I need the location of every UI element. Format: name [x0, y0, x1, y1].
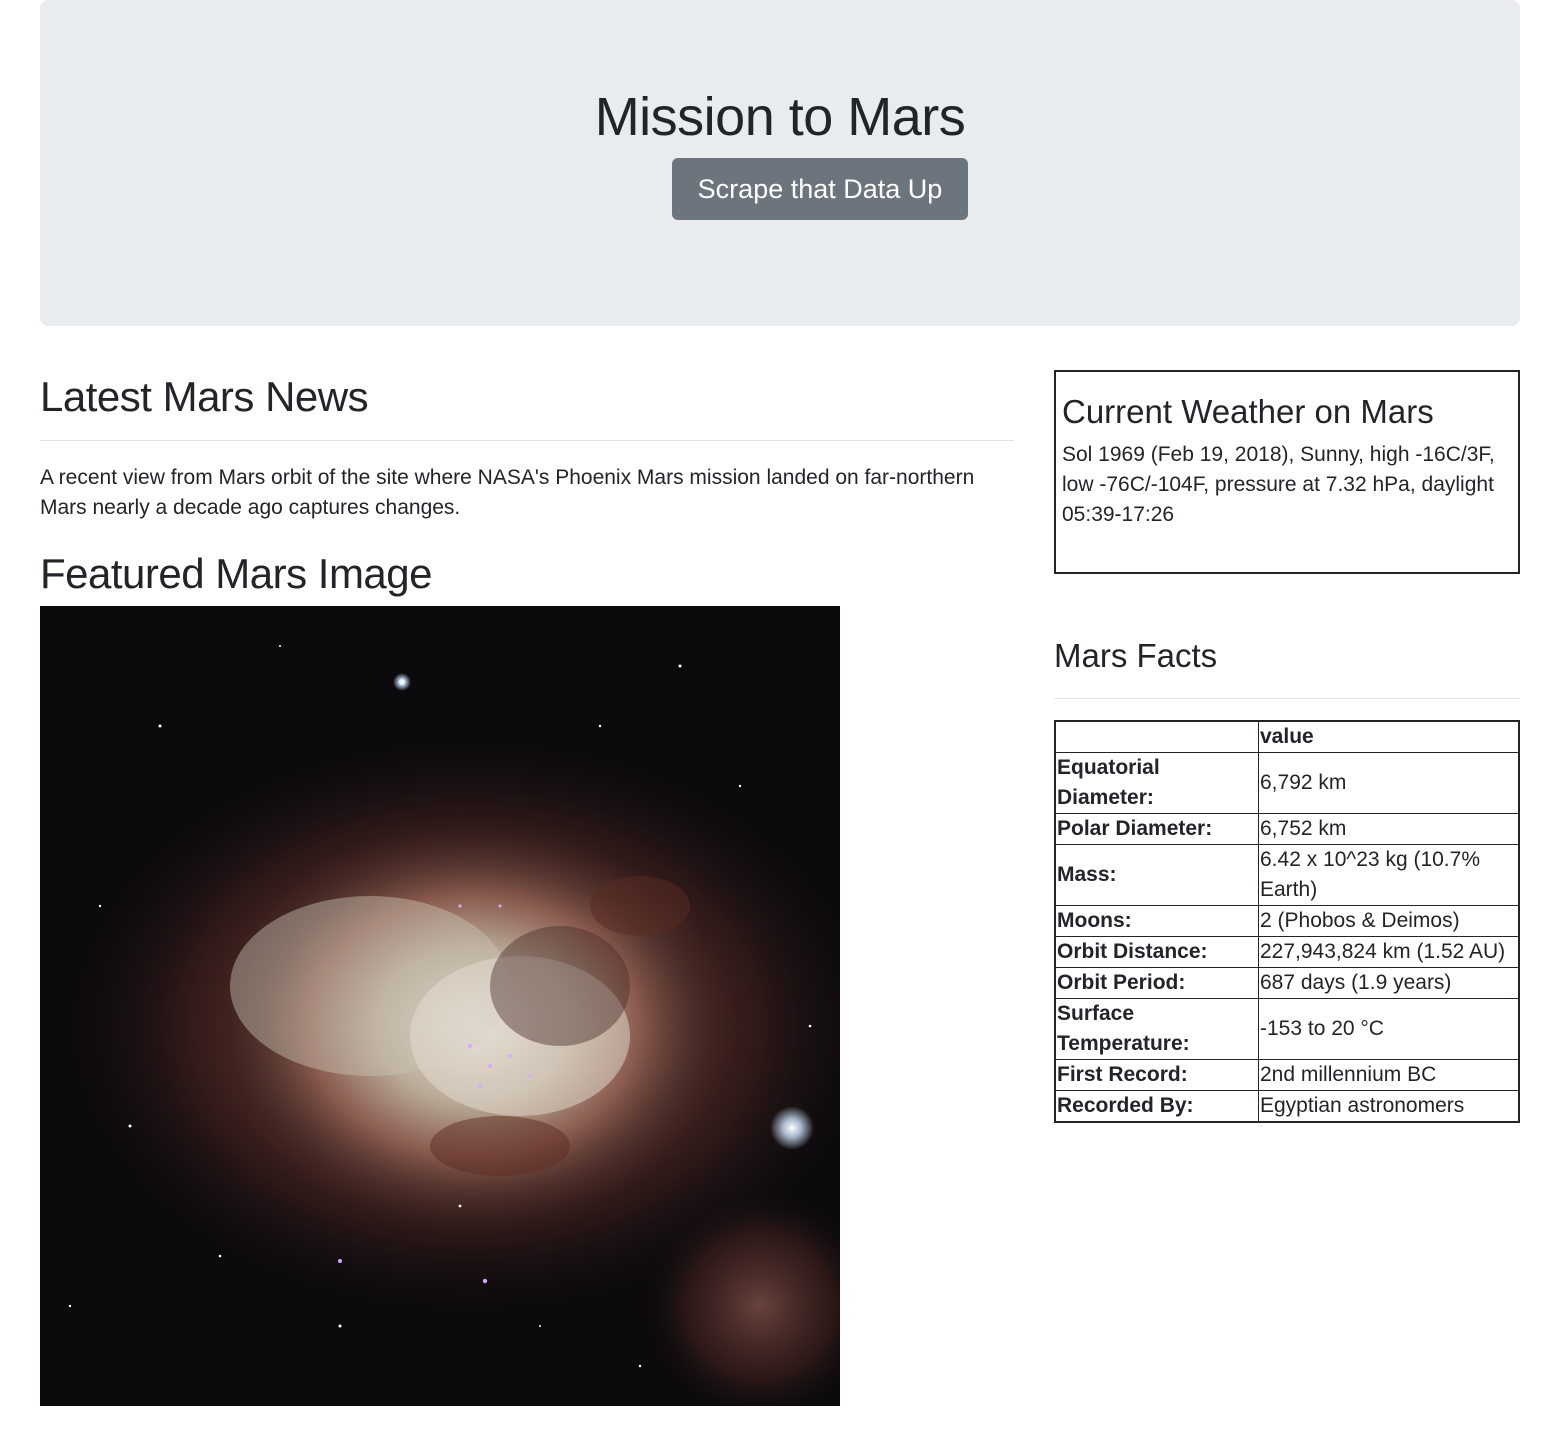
- featured-image-heading: Featured Mars Image: [40, 550, 433, 597]
- table-row: First Record: 2nd millennium BC: [1054, 1059, 1520, 1091]
- fact-label: Moons:: [1054, 905, 1259, 937]
- weather-text: Sol 1969 (Feb 19, 2018), Sunny, high -16…: [1062, 443, 1495, 526]
- mars-facts-table: value Equatorial Diameter: 6,792 km Pola…: [1054, 720, 1520, 1123]
- table-header-empty: [1054, 720, 1259, 753]
- fact-label: Orbit Period:: [1054, 967, 1259, 999]
- weather-panel: Current Weather on Mars Sol 1969 (Feb 19…: [1054, 370, 1520, 574]
- featured-mars-image: [40, 606, 840, 1406]
- news-heading: Latest Mars News: [40, 373, 369, 420]
- facts-divider: [1054, 698, 1520, 699]
- table-row: Polar Diameter: 6,752 km: [1054, 813, 1520, 845]
- fact-label: Surface Temperature:: [1054, 998, 1259, 1060]
- table-header-row: value: [1054, 720, 1520, 753]
- scrape-button[interactable]: Scrape that Data Up: [672, 158, 968, 220]
- facts-heading: Mars Facts: [1054, 637, 1218, 674]
- table-row: Orbit Distance: 227,943,824 km (1.52 AU): [1054, 936, 1520, 968]
- fact-value: 227,943,824 km (1.52 AU): [1258, 936, 1520, 968]
- table-row: Orbit Period: 687 days (1.9 years): [1054, 967, 1520, 999]
- table-header-value: value: [1258, 720, 1520, 753]
- table-row: Recorded By: Egyptian astronomers: [1054, 1090, 1520, 1123]
- news-paragraph: A recent view from Mars orbit of the sit…: [40, 466, 975, 519]
- fact-value: 6,752 km: [1258, 813, 1520, 845]
- weather-heading: Current Weather on Mars: [1062, 393, 1434, 430]
- fact-value: -153 to 20 °C: [1258, 998, 1520, 1060]
- page-title: Mission to Mars: [594, 87, 966, 147]
- fact-label: First Record:: [1054, 1059, 1259, 1091]
- fact-value: 687 days (1.9 years): [1258, 967, 1520, 999]
- fact-label: Polar Diameter:: [1054, 813, 1259, 845]
- fact-value: Egyptian astronomers: [1258, 1090, 1520, 1123]
- fact-value: 2 (Phobos & Deimos): [1258, 905, 1520, 937]
- fact-label: Recorded By:: [1054, 1090, 1259, 1123]
- fact-value: 6.42 x 10^23 kg (10.7% Earth): [1258, 844, 1520, 906]
- table-row: Equatorial Diameter: 6,792 km: [1054, 752, 1520, 814]
- fact-value: 6,792 km: [1258, 752, 1520, 814]
- news-column: Latest Mars News A recent view from Mars…: [40, 370, 1014, 601]
- fact-value: 2nd millennium BC: [1258, 1059, 1520, 1091]
- news-divider: [40, 440, 1014, 441]
- table-row: Moons: 2 (Phobos & Deimos): [1054, 905, 1520, 937]
- table-row: Mass: 6.42 x 10^23 kg (10.7% Earth): [1054, 844, 1520, 906]
- jumbotron: Mission to Mars Scrape that Data Up: [40, 0, 1520, 326]
- fact-label: Orbit Distance:: [1054, 936, 1259, 968]
- fact-label: Equatorial Diameter:: [1054, 752, 1259, 814]
- table-row: Surface Temperature: -153 to 20 °C: [1054, 998, 1520, 1060]
- fact-label: Mass:: [1054, 844, 1259, 906]
